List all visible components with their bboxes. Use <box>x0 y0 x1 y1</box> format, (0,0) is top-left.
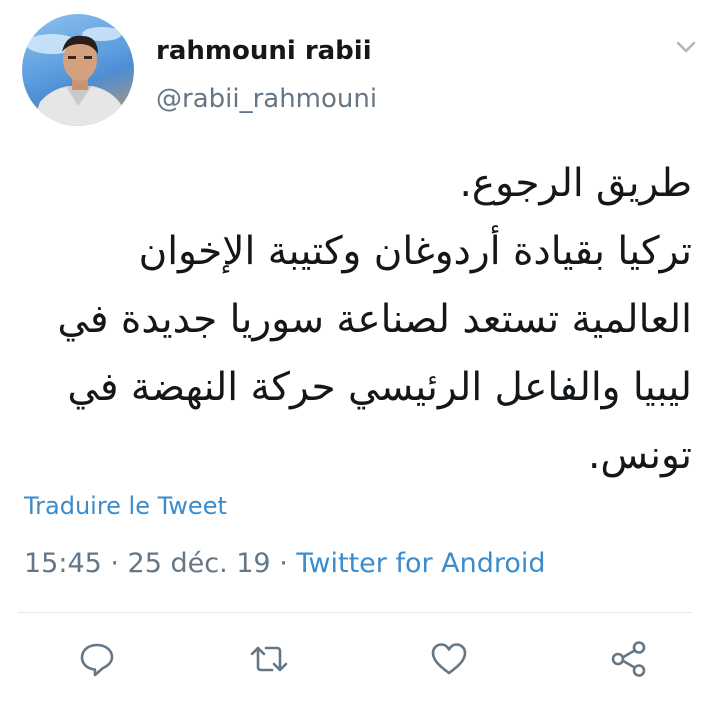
user-handle[interactable]: @rabii_rahmouni <box>156 84 377 114</box>
avatar[interactable] <box>22 14 134 126</box>
retweet-button[interactable] <box>248 638 290 680</box>
chevron-down-icon[interactable] <box>672 36 700 58</box>
tweet-text-line: تونس. <box>588 433 692 478</box>
tweet-source-link[interactable]: Twitter for Android <box>296 548 545 579</box>
tweet-card: rahmouni rabii @rabii_rahmouni طريق الرج… <box>0 0 710 710</box>
tweet-text: طريق الرجوع. تركيا بقيادة أردوغان وكتيبة… <box>18 150 692 490</box>
tweet-text-line: ليبيا والفاعل الرئيسي حركة النهضة في <box>67 365 692 410</box>
reply-button[interactable] <box>76 638 118 680</box>
heart-icon <box>431 643 467 675</box>
tweet-text-line: طريق الرجوع. <box>459 161 693 206</box>
translate-tweet-link[interactable]: Traduire le Tweet <box>24 492 227 520</box>
share-icon <box>611 641 646 677</box>
share-button[interactable] <box>608 638 650 680</box>
like-button[interactable] <box>428 638 470 680</box>
display-name[interactable]: rahmouni rabii <box>156 36 372 66</box>
tweet-text-line: تركيا بقيادة أردوغان وكتيبة الإخوان <box>138 229 692 274</box>
divider <box>18 612 692 613</box>
tweet-timestamp: 15:45 · 25 déc. 19 · <box>24 548 297 579</box>
user-avatar-photo-icon <box>26 27 126 126</box>
tweet-text-line: العالمية تستعد لصناعة سوريا جديدة في <box>57 297 692 342</box>
reply-icon <box>80 643 114 677</box>
tweet-meta: 15:45 · 25 déc. 19 · Twitter for Android <box>24 548 546 579</box>
retweet-icon <box>250 646 288 672</box>
